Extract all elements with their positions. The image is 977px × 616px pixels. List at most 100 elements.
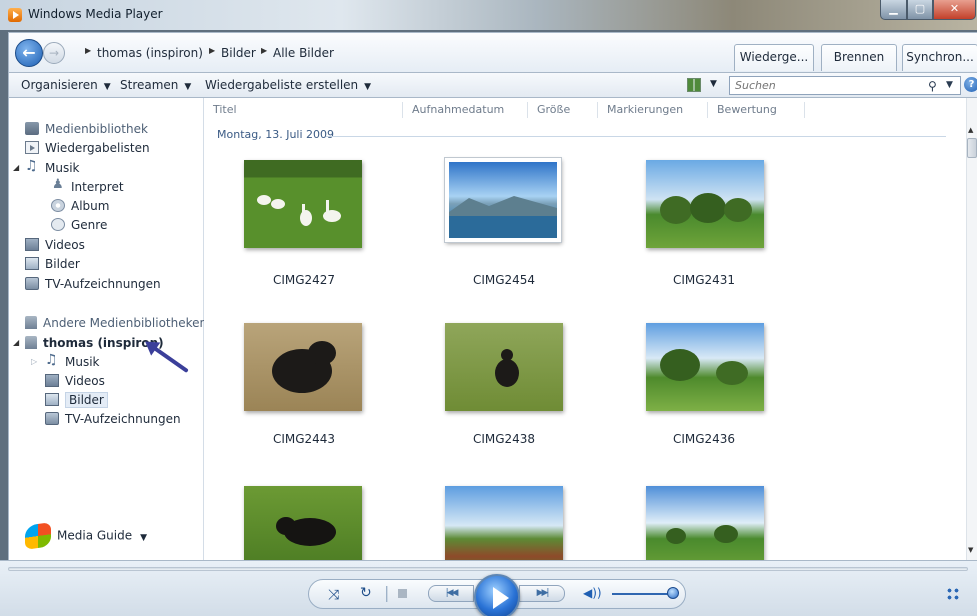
scrollbar-thumb[interactable] — [967, 138, 977, 158]
photo-thumbnail[interactable] — [646, 160, 764, 248]
scroll-down-icon[interactable]: ▼ — [968, 546, 973, 554]
sidebar-item-remote-bilder[interactable]: Bilder — [45, 392, 108, 408]
column-divider — [597, 102, 598, 118]
photo-thumbnail[interactable] — [244, 160, 362, 248]
group-divider — [326, 136, 946, 137]
view-options-icon[interactable] — [687, 78, 701, 92]
sidebar-item-remote-musik[interactable]: Musik — [45, 352, 100, 370]
close-button[interactable]: ✕ — [933, 0, 976, 20]
stream-menu[interactable]: Streamen ▼ — [120, 78, 191, 92]
photo-thumbnail[interactable] — [646, 323, 764, 411]
column-header-groesse[interactable]: Größe — [537, 103, 578, 116]
dog-meadow-photo-icon — [495, 349, 519, 387]
sidebar-item-interpret[interactable]: Interpret — [51, 177, 124, 195]
photo-thumbnail[interactable] — [445, 323, 563, 411]
tab-synchronisieren[interactable]: Synchron... — [902, 44, 977, 71]
play-button[interactable] — [474, 574, 520, 616]
chevron-down-icon: ▼ — [140, 532, 148, 543]
network-library-icon — [25, 316, 37, 329]
geese-photo-icon — [257, 195, 341, 226]
help-icon[interactable]: ? — [964, 77, 977, 92]
library-icon — [25, 122, 39, 135]
dog-grass-photo-icon — [276, 517, 336, 546]
lake-photo-icon — [449, 196, 557, 238]
field-photo-icon — [445, 486, 563, 560]
sidebar-item-remote-videos[interactable]: Videos — [45, 373, 105, 389]
breadcrumb-bilder[interactable]: Bilder — [221, 46, 256, 60]
photo-thumbnail[interactable] — [646, 486, 764, 560]
repeat-icon[interactable]: ↻ — [360, 585, 372, 601]
breadcrumb-alle-bilder[interactable]: Alle Bilder — [273, 46, 334, 60]
stop-button[interactable] — [398, 589, 407, 598]
sidebar-item-remote-tv[interactable]: TV-Aufzeichnungen — [45, 411, 181, 427]
seek-bar[interactable] — [8, 567, 968, 571]
toolbar: Organisieren ▼ Streamen ▼ Wiedergabeliste … — [8, 73, 977, 98]
player-controls: ⤨ ↻ | |◀◀ ▶▶| ◀)) — [0, 560, 977, 616]
photo-label: CIMG2436 — [672, 432, 736, 446]
sidebar-item-bilder[interactable]: Bilder — [25, 256, 80, 272]
separator: | — [384, 583, 390, 602]
shuffle-icon[interactable]: ⤨ — [328, 587, 339, 603]
sidebar-item-album[interactable]: Album — [51, 198, 109, 214]
sidebar-item-other-libraries[interactable]: Andere Medienbibliotheken — [25, 315, 207, 331]
media-guide-button[interactable]: Media Guide ▼ — [25, 522, 148, 550]
sidebar-item-wiedergabelisten[interactable]: Wiedergabelisten — [25, 140, 150, 156]
sidebar-item-genre[interactable]: Genre — [51, 217, 107, 233]
sidebar-item-musik[interactable]: Musik — [25, 158, 80, 176]
tree-meadow-photo-icon — [660, 349, 748, 385]
search-options-caret-icon[interactable]: ▼ — [946, 80, 953, 90]
column-divider — [804, 102, 805, 118]
vertical-scrollbar[interactable]: ▲ ▼ — [966, 98, 977, 560]
photo-label: CIMG2427 — [272, 273, 336, 287]
trees-photo-icon — [660, 193, 752, 224]
maximize-button[interactable]: ▢ — [907, 0, 933, 20]
search-box[interactable]: ⚲ ▼ — [729, 76, 961, 95]
column-header-bewertung[interactable]: Bewertung — [717, 103, 785, 116]
forward-button[interactable]: → — [43, 42, 65, 64]
volume-icon[interactable]: ◀)) — [583, 586, 602, 600]
picture-icon — [45, 393, 59, 406]
navigation-pane: Medienbibliothek Wiedergabelisten ◢ Musi… — [8, 98, 207, 560]
column-header-markierungen[interactable]: Markierungen — [607, 103, 691, 116]
expand-music-icon[interactable]: ◢ — [13, 163, 19, 172]
back-button[interactable]: ← — [15, 39, 43, 67]
photo-label: CIMG2431 — [672, 273, 736, 287]
photo-thumbnail[interactable] — [244, 323, 362, 411]
expand-thomas-icon[interactable]: ◢ — [13, 338, 19, 347]
tab-wiedergabe[interactable]: Wiederge... — [734, 44, 814, 71]
column-header-aufnahmedatum[interactable]: Aufnahmedatum — [412, 103, 512, 116]
view-options-caret-icon[interactable]: ▼ — [710, 79, 717, 89]
search-input[interactable] — [735, 79, 915, 92]
breadcrumb-thomas[interactable]: thomas (inspiron) — [97, 46, 203, 60]
expand-remote-music-icon[interactable]: ▷ — [31, 357, 37, 366]
sidebar-item-medienbibliothek[interactable]: Medienbibliothek — [25, 121, 148, 137]
dog-photo-icon — [272, 341, 336, 393]
scroll-up-icon[interactable]: ▲ — [968, 126, 973, 134]
tab-brennen[interactable]: Brennen — [821, 44, 897, 71]
video-icon — [25, 238, 39, 251]
next-button[interactable]: ▶▶| — [519, 585, 565, 602]
photo-thumbnail[interactable] — [444, 157, 562, 243]
organize-menu[interactable]: Organisieren ▼ — [21, 78, 111, 92]
sidebar-item-videos[interactable]: Videos — [25, 237, 85, 253]
switch-to-now-playing-icon[interactable] — [946, 587, 960, 601]
create-playlist-menu[interactable]: Wiedergabeliste erstellen ▼ — [205, 78, 371, 92]
previous-button[interactable]: |◀◀ — [428, 585, 474, 602]
photo-thumbnail[interactable] — [244, 486, 362, 560]
meadow-photo-icon — [666, 525, 738, 544]
breadcrumb-separator-icon: ▶ — [85, 46, 92, 55]
photo-label: CIMG2443 — [272, 432, 336, 446]
search-icon[interactable]: ⚲ — [928, 79, 937, 93]
column-header-titel[interactable]: Titel — [213, 103, 245, 116]
volume-slider-thumb[interactable] — [666, 587, 679, 599]
picture-icon — [25, 257, 39, 270]
media-player-icon — [8, 8, 22, 22]
content-pane: Titel Aufnahmedatum Größe Markierungen B… — [204, 98, 968, 560]
tv-icon — [45, 412, 59, 425]
minimize-button[interactable]: ▁ — [880, 0, 907, 20]
photo-thumbnail[interactable] — [445, 486, 563, 560]
tv-icon — [25, 277, 39, 290]
photo-label: CIMG2438 — [472, 432, 536, 446]
group-title: Montag, 13. Juli 2009 — [217, 128, 335, 141]
sidebar-item-tv[interactable]: TV-Aufzeichnungen — [25, 276, 161, 292]
